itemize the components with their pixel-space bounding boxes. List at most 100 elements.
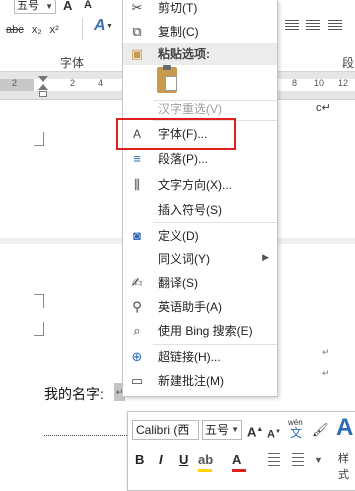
align-right-icon[interactable] (306, 20, 321, 32)
document-text-name-label: 我的名字: (44, 386, 104, 402)
menu-item-label: 新建批注(M) (158, 374, 224, 388)
mini-underline-button[interactable]: U (179, 452, 188, 468)
paragraph-mark: ↵ (322, 368, 330, 378)
mini-styles-label: 样式 (338, 453, 349, 481)
menu-item-english-assistant[interactable]: ⚲ 英语助手(A) (123, 296, 277, 318)
paste-icon: ▣ (130, 46, 144, 61)
menu-item-text-direction[interactable]: ⫼ 文字方向(X)... (123, 174, 277, 196)
text-effect-button[interactable]: A (94, 17, 106, 35)
menu-item-copy[interactable]: ⧉ 复制(C) (123, 21, 277, 43)
ribbon-divider (82, 18, 83, 40)
mini-italic-button[interactable]: I (159, 452, 163, 468)
search-icon: ⌕ (133, 323, 141, 338)
copy-icon: ⧉ (132, 24, 142, 39)
margin-corner-mark (34, 294, 44, 308)
grow-font-button[interactable]: A (63, 0, 72, 13)
ruler-tick: 4 (98, 78, 104, 88)
highlight-color-swatch (198, 469, 212, 472)
menu-separator (153, 222, 277, 223)
paste-keep-text-only-icon[interactable] (157, 65, 177, 93)
menu-item-hyperlink[interactable]: ⊕ 超链接(H)... (123, 346, 277, 368)
mini-font-name-select[interactable]: Calibri (西 (132, 420, 199, 440)
menu-item-label: 定义(D) (158, 229, 199, 243)
ruler-tick: 12 (338, 78, 349, 88)
format-painter-icon[interactable]: 🖌 (312, 421, 329, 439)
highlight-box-font-item (116, 118, 236, 150)
menu-item-hanzi-reselect: 汉字重选(V) (123, 98, 277, 120)
dotted-underline (44, 435, 129, 436)
menu-item-insert-symbol[interactable]: 插入符号(S) (123, 199, 277, 221)
bullet-list-icon[interactable] (268, 453, 280, 467)
hanging-indent-handle[interactable] (38, 84, 48, 90)
left-indent-handle[interactable] (39, 91, 47, 97)
font-color-icon[interactable]: A (232, 452, 241, 468)
menu-separator (153, 344, 277, 345)
menu-item-label: 段落(P)... (158, 152, 208, 166)
menu-item-label: 使用 Bing 搜索(E) (158, 324, 253, 338)
menu-item-bing-search[interactable]: ⌕ 使用 Bing 搜索(E) (123, 320, 277, 342)
subscript-button[interactable]: x₂ (32, 24, 42, 36)
menu-item-label: 文字方向(X)... (158, 178, 232, 192)
hyperlink-icon: ⊕ (131, 349, 143, 364)
menu-item-translate[interactable]: ✍ 翻译(S) (123, 272, 277, 294)
submenu-arrow-icon: ▶ (262, 252, 269, 262)
superscript-button[interactable]: x² (50, 24, 59, 36)
scissors-icon: ✂ (131, 0, 143, 15)
menu-item-label: 剪切(T) (158, 1, 198, 15)
mini-grow-font-button[interactable]: A▲ (247, 421, 263, 441)
mini-font-size-value: 五号 (205, 423, 230, 437)
alignment-buttons (285, 20, 346, 35)
clear-format-button[interactable]: abc (6, 24, 24, 36)
paragraph-icon: ≡ (133, 151, 141, 166)
mini-font-size-select[interactable]: 五号 ▼ (202, 420, 242, 440)
mini-shrink-font-button[interactable]: A▼ (267, 423, 281, 444)
menu-item-label: 同义词(Y) (158, 252, 210, 266)
menu-item-label: 粘贴选项: (158, 47, 210, 61)
chevron-down-icon: ▼ (45, 2, 53, 11)
paste-paper-icon (165, 76, 177, 91)
context-menu: ✂ 剪切(T) ⧉ 复制(C) ▣ 粘贴选项: 汉字重选(V) A 字体(F).… (122, 0, 278, 397)
ruler-tick: 8 (292, 78, 298, 88)
paste-options-area (153, 64, 277, 100)
ribbon-format-row: abc x₂ x² (6, 24, 64, 36)
menu-item-synonyms[interactable]: 同义词(Y) ▶ (123, 248, 277, 270)
indent-marker[interactable] (38, 76, 48, 98)
document-text: c↵ (316, 102, 331, 114)
menu-item-paragraph[interactable]: ≡ 段落(P)... (123, 148, 277, 170)
menu-item-label: 插入符号(S) (158, 203, 222, 217)
menu-item-label: 汉字重选(V) (158, 102, 222, 116)
highlighter-icon[interactable]: ab (198, 452, 213, 468)
align-center-icon[interactable] (285, 20, 299, 32)
margin-corner-mark (34, 322, 44, 336)
shrink-font-button[interactable]: A (84, 0, 92, 11)
chevron-down-icon: ▼ (231, 425, 239, 434)
ruler-tick: 10 (314, 78, 325, 88)
justify-icon[interactable] (327, 20, 342, 32)
text-direction-icon: ⫼ (134, 177, 140, 192)
chevron-down-icon[interactable]: ▼ (314, 452, 323, 468)
menu-item-cut[interactable]: ✂ 剪切(T) (123, 0, 277, 19)
group-label-paragraph: 段 (342, 56, 355, 70)
mini-toolbar: Calibri (西 五号 ▼ A▲ A▼ wén 文 🖌 A 样式 B I U… (127, 411, 355, 491)
mini-bold-button[interactable]: B (135, 452, 144, 468)
paragraph-mark: ↵ (322, 347, 330, 357)
menu-item-new-comment[interactable]: ▭ 新建批注(M) (123, 370, 277, 392)
ruler-tick: 2 (70, 78, 76, 88)
menu-item-label: 英语助手(A) (158, 300, 222, 314)
chevron-down-icon[interactable]: ▼ (106, 23, 113, 30)
english-assistant-icon: ⚲ (132, 299, 142, 314)
menu-item-label: 复制(C) (158, 25, 199, 39)
ribbon-font-size-select[interactable]: 五号 ▼ (14, 0, 56, 14)
menu-item-define[interactable]: ◙ 定义(D) (123, 225, 277, 247)
mini-phonetic-guide-button[interactable]: 文 (290, 424, 302, 442)
group-label-font: 字体 (60, 56, 85, 70)
font-color-swatch (232, 469, 246, 472)
mini-styles-button[interactable]: A (336, 414, 353, 442)
ribbon-font-size-value: 五号 (17, 0, 39, 12)
menu-item-label: 翻译(S) (158, 276, 198, 290)
numbered-list-icon[interactable] (292, 453, 304, 467)
ruler-tick: 2 (12, 78, 18, 88)
menu-item-label: 超链接(H)... (158, 350, 221, 364)
translate-icon: ✍ (131, 275, 143, 290)
first-line-indent-handle[interactable] (38, 76, 48, 82)
